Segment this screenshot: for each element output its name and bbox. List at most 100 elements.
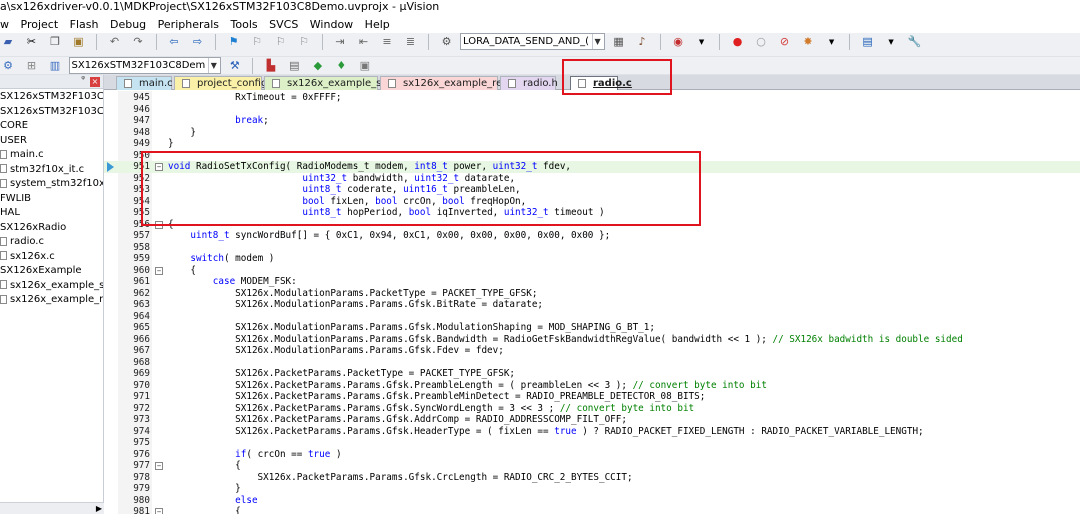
menu-peripherals[interactable]: Peripherals xyxy=(158,16,219,33)
find-icon[interactable]: ▦ xyxy=(611,34,627,50)
dropdown-arrow-icon[interactable]: ▼ xyxy=(883,34,899,50)
tab-main-c[interactable]: main.c xyxy=(116,76,173,90)
code-line[interactable]: 951− void RadioSetTxConfig( RadioModems_t… xyxy=(104,161,1080,173)
code-line[interactable]: 964 xyxy=(104,311,1080,323)
code-line[interactable]: 963 SX126x.ModulationParams.Params.Gfsk.… xyxy=(104,299,1080,311)
fold-toggle-icon[interactable]: − xyxy=(155,220,163,229)
fold-toggle-icon[interactable]: − xyxy=(155,163,163,171)
tab-example-send-c[interactable]: sx126x_example_send.c xyxy=(264,76,409,90)
uncomment-icon[interactable]: ≣ xyxy=(403,34,419,50)
bookmark-icon[interactable]: ⚑ xyxy=(226,34,242,50)
code-line[interactable]: 954 bool fixLen, bool crcOn, bool freqHo… xyxy=(104,196,1080,208)
code-line[interactable]: 968 xyxy=(104,357,1080,369)
build-icon[interactable]: ⊞ xyxy=(24,58,40,74)
tree-item-group-hal[interactable]: HAL xyxy=(0,206,103,221)
code-line[interactable]: 961 case MODEM_FSK: xyxy=(104,276,1080,288)
select-packs-icon[interactable]: ▤ xyxy=(286,58,302,74)
tree-item-file[interactable]: radio.c xyxy=(0,235,103,250)
code-line[interactable]: 975 xyxy=(104,437,1080,449)
tab-radio-h[interactable]: radio.h xyxy=(500,76,558,90)
menu-svcs[interactable]: SVCS xyxy=(269,16,298,33)
target-options-icon[interactable]: ⚒ xyxy=(227,58,243,74)
code-line[interactable]: 955 uint8_t hopPeriod, bool iqInverted, … xyxy=(104,207,1080,219)
code-line[interactable]: 972 SX126x.PacketParams.Params.Gfsk.Sync… xyxy=(104,403,1080,415)
tree-item-file[interactable]: stm32f10x_it.c xyxy=(0,163,103,178)
code-line[interactable]: 958 xyxy=(104,242,1080,254)
indent-icon[interactable]: ⇥ xyxy=(332,34,348,50)
code-line[interactable]: 962 SX126x.ModulationParams.PacketType =… xyxy=(104,288,1080,300)
tab-project-config-h[interactable]: project_config.h xyxy=(174,76,277,90)
code-editor[interactable]: 945 RxTimeout = 0xFFFF; 946 947 break; 948 … xyxy=(104,91,1080,514)
window-layout-icon[interactable]: ▤ xyxy=(860,34,876,50)
save-icon[interactable]: ▰ xyxy=(0,34,16,50)
code-line[interactable]: 966 SX126x.ModulationParams.Params.Gfsk.… xyxy=(104,334,1080,346)
code-line[interactable]: 978 SX126x.PacketParams.Params.Gfsk.CrcL… xyxy=(104,472,1080,484)
unindent-icon[interactable]: ⇤ xyxy=(356,34,372,50)
code-line[interactable]: 971 SX126x.PacketParams.Params.Gfsk.Prea… xyxy=(104,391,1080,403)
tree-item-project-root[interactable]: SX126xSTM32F103C8Demo xyxy=(0,90,103,105)
tab-example-recive-c[interactable]: sx126x_example_recive.c xyxy=(380,76,531,90)
fold-toggle-icon[interactable]: − xyxy=(155,508,163,514)
bookmark-prev-icon[interactable]: ⚐ xyxy=(249,34,265,50)
tree-item-file[interactable]: sx126x_example_recive.c xyxy=(0,293,103,308)
code-line[interactable]: 946 xyxy=(104,104,1080,116)
code-line[interactable]: 970 SX126x.PacketParams.Params.Gfsk.Prea… xyxy=(104,380,1080,392)
breakpoint-disable-icon[interactable]: ○ xyxy=(753,34,769,50)
code-line[interactable]: 969 SX126x.PacketParams.PacketType = PAC… xyxy=(104,368,1080,380)
code-line[interactable]: 976 if( crcOn == true ) xyxy=(104,449,1080,461)
copy-icon[interactable]: ❐ xyxy=(47,34,63,50)
menu-help[interactable]: Help xyxy=(365,16,390,33)
breakpoint-insert-icon[interactable]: ● xyxy=(730,34,746,50)
fold-toggle-icon[interactable]: − xyxy=(155,462,163,470)
tree-item-file[interactable]: system_stm32f10x.c xyxy=(0,177,103,192)
menu-debug[interactable]: Debug xyxy=(110,16,146,33)
menu-tools[interactable]: Tools xyxy=(231,16,258,33)
incremental-find-icon[interactable]: ♪ xyxy=(634,34,650,50)
menu-project[interactable]: Project xyxy=(21,16,59,33)
manage-runtime-icon[interactable]: ◆ xyxy=(310,58,326,74)
code-line[interactable]: 956−{ xyxy=(104,219,1080,231)
rebuild-icon[interactable]: ▥ xyxy=(47,58,63,74)
pack-installer-icon[interactable]: ♦ xyxy=(333,58,349,74)
code-line[interactable]: 945 RxTimeout = 0xFFFF; xyxy=(104,92,1080,104)
debug-session-icon[interactable]: ◉ xyxy=(670,34,686,50)
target-select[interactable]: LORA_DATA_SEND_AND_(▼ xyxy=(460,33,606,50)
code-line[interactable]: 980 else xyxy=(104,495,1080,507)
code-line[interactable]: 973 SX126x.PacketParams.Params.Gfsk.Addr… xyxy=(104,414,1080,426)
nav-back-icon[interactable]: ⇦ xyxy=(166,34,182,50)
code-line[interactable]: 967 SX126x.ModulationParams.Params.Gfsk.… xyxy=(104,345,1080,357)
breakpoint-kill-all-icon[interactable]: ⊘ xyxy=(777,34,793,50)
tree-item-target[interactable]: SX126xSTM32F103C8Demo xyxy=(0,105,103,120)
tree-item-group-core[interactable]: CORE xyxy=(0,119,103,134)
comment-icon[interactable]: ≡ xyxy=(379,34,395,50)
code-line[interactable]: 979 } xyxy=(104,483,1080,495)
code-line[interactable]: 957 uint8_t syncWordBuf[] = { 0xC1, 0x94… xyxy=(104,230,1080,242)
undo-icon[interactable]: ↶ xyxy=(107,34,123,50)
menu-window[interactable]: Window xyxy=(310,16,353,33)
code-line[interactable]: 959 switch( modem ) xyxy=(104,253,1080,265)
tree-item-group-example[interactable]: SX126xExample xyxy=(0,264,103,279)
code-line[interactable]: 960− { xyxy=(104,265,1080,277)
tree-item-group-fwlib[interactable]: FWLIB xyxy=(0,192,103,207)
code-line[interactable]: 952 uint32_t bandwidth, uint32_t datarat… xyxy=(104,173,1080,185)
event-recorder-icon[interactable]: ▣ xyxy=(357,58,373,74)
code-line[interactable]: 953 uint8_t coderate, uint16_t preambleL… xyxy=(104,184,1080,196)
menu-view[interactable]: w xyxy=(0,16,9,33)
code-line[interactable]: 949} xyxy=(104,138,1080,150)
tree-item-group-radio[interactable]: SX126xRadio xyxy=(0,221,103,236)
code-line[interactable]: 974 SX126x.PacketParams.Params.Gfsk.Head… xyxy=(104,426,1080,438)
code-line[interactable]: 981− { xyxy=(104,506,1080,514)
translate-icon[interactable]: ⚙ xyxy=(0,58,16,74)
code-line[interactable]: 947 break; xyxy=(104,115,1080,127)
pin-icon[interactable]: ᵠ xyxy=(81,75,85,85)
bookmark-next-icon[interactable]: ⚐ xyxy=(273,34,289,50)
manage-project-icon[interactable]: ▙ xyxy=(263,58,279,74)
project-target-select[interactable]: SX126xSTM32F103C8Dem ▼ xyxy=(68,57,222,74)
cut-icon[interactable]: ✂ xyxy=(24,34,40,50)
code-line[interactable]: 965 SX126x.ModulationParams.Params.Gfsk.… xyxy=(104,322,1080,334)
menu-flash[interactable]: Flash xyxy=(70,16,99,33)
code-line[interactable]: 948 } xyxy=(104,127,1080,139)
dropdown-arrow-icon[interactable]: ▼ xyxy=(694,34,710,50)
horizontal-scrollbar[interactable]: ▶ xyxy=(0,502,104,514)
code-line[interactable]: 977− { xyxy=(104,460,1080,472)
